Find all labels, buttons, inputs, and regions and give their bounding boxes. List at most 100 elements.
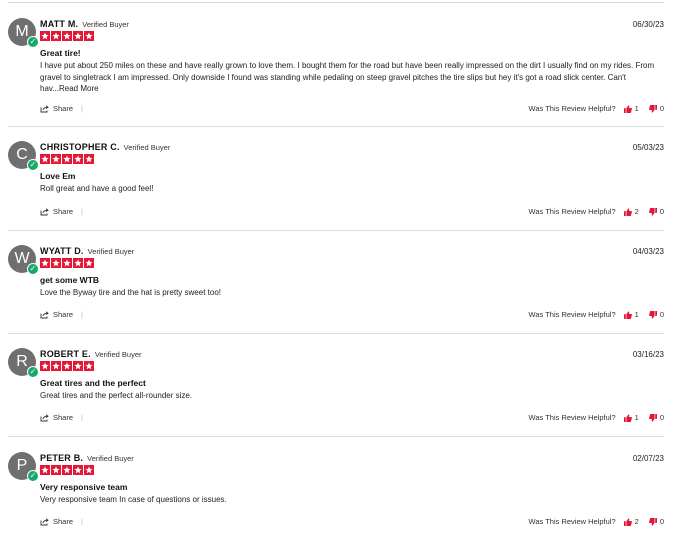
star-icon [62, 361, 72, 371]
star-icon [62, 31, 72, 41]
verified-buyer-badge: Verified Buyer [87, 247, 135, 256]
thumbs-up-button[interactable]: 1 [623, 104, 639, 113]
reviewer-name: WYATT D. Verified Buyer [40, 246, 134, 256]
thumbs-down-button[interactable]: 0 [648, 207, 664, 216]
helpful-label: Was This Review Helpful? [528, 207, 616, 216]
review-title: Great tire! [40, 48, 81, 58]
thumbs-down-count: 0 [659, 413, 664, 422]
review-divider [8, 436, 664, 437]
thumbs-down-button[interactable]: 0 [648, 310, 664, 319]
reviewer-name-text: PETER B. [40, 453, 84, 463]
reviewer-name-text: ROBERT E. [40, 349, 91, 359]
star-rating [40, 465, 94, 475]
share-label: Share [53, 207, 74, 216]
share-label: Share [53, 104, 74, 113]
star-icon [62, 154, 72, 164]
top-divider [8, 2, 664, 3]
review-body-text: Great tires and the perfect all-rounder … [40, 391, 193, 400]
share-label: Share [53, 517, 74, 526]
star-icon [73, 31, 83, 41]
star-icon [62, 258, 72, 268]
share-icon [40, 207, 49, 215]
star-rating [40, 361, 94, 371]
review-divider [8, 230, 664, 231]
thumbs-down-count: 0 [659, 207, 664, 216]
star-icon [40, 465, 50, 475]
star-icon [40, 258, 50, 268]
share-icon [40, 310, 49, 318]
review-item: R ✓ ROBERT E. Verified Buyer 03/16/23 Gre… [8, 348, 664, 437]
review-title: Great tires and the perfect [40, 378, 146, 388]
review-body-text: I have put about 250 miles on these and … [40, 61, 655, 93]
share-label: Share [53, 413, 74, 422]
star-icon [84, 361, 94, 371]
verified-check-icon: ✓ [27, 159, 39, 171]
review-divider [8, 126, 664, 127]
star-icon [51, 465, 61, 475]
helpful-label: Was This Review Helpful? [528, 413, 616, 422]
verified-check-icon: ✓ [27, 470, 39, 482]
helpful-vote: Was This Review Helpful? 1 0 [529, 413, 664, 422]
review-item: C ✓ CHRISTOPHER C. Verified Buyer 05/03/2… [8, 141, 664, 231]
review-title: Very responsive team [40, 482, 128, 492]
thumbs-up-button[interactable]: 2 [623, 207, 639, 216]
review-title: Love Em [40, 171, 76, 181]
star-icon [51, 154, 61, 164]
thumbs-down-button[interactable]: 0 [648, 413, 664, 422]
share-icon [40, 517, 49, 525]
helpful-label: Was This Review Helpful? [528, 104, 616, 113]
review-body-text: Very responsive team In case of question… [40, 495, 227, 504]
share-button[interactable]: Share | [40, 413, 83, 422]
helpful-vote: Was This Review Helpful? 1 0 [529, 310, 664, 319]
thumbs-up-count: 1 [634, 104, 639, 113]
review-body: Very responsive team In case of question… [40, 494, 660, 506]
thumbs-down-icon [648, 517, 657, 526]
avatar-initial: C [16, 146, 28, 163]
helpful-vote: Was This Review Helpful? 2 0 [529, 517, 664, 526]
star-icon [84, 465, 94, 475]
star-icon [51, 361, 61, 371]
reviewer-name-text: WYATT D. [40, 246, 84, 256]
thumbs-up-count: 1 [634, 413, 639, 422]
thumbs-up-button[interactable]: 1 [623, 413, 639, 422]
thumbs-down-button[interactable]: 0 [648, 104, 664, 113]
star-icon [84, 258, 94, 268]
avatar-initial: M [15, 23, 29, 40]
thumbs-down-icon [648, 207, 657, 216]
share-button[interactable]: Share | [40, 207, 83, 216]
review-item: P ✓ PETER B. Verified Buyer 02/07/23 Very… [8, 452, 664, 538]
review-body: Great tires and the perfect all-rounder … [40, 390, 660, 402]
review-date: 04/03/23 [632, 247, 664, 256]
star-icon [73, 258, 83, 268]
thumbs-up-count: 1 [634, 310, 639, 319]
reviewer-name: ROBERT E. Verified Buyer [40, 349, 142, 359]
verified-buyer-badge: Verified Buyer [82, 20, 129, 29]
reviewer-name: MATT M. Verified Buyer [40, 19, 129, 29]
avatar-initial: P [16, 457, 28, 474]
thumbs-up-icon [623, 517, 632, 526]
review-body: I have put about 250 miles on these and … [40, 60, 660, 95]
review-date: 06/30/23 [632, 20, 664, 29]
star-icon [51, 31, 61, 41]
thumbs-up-button[interactable]: 1 [623, 310, 639, 319]
share-button[interactable]: Share | [40, 517, 83, 526]
reviewer-name-text: CHRISTOPHER C. [40, 142, 120, 152]
avatar-initial: R [16, 353, 28, 370]
thumbs-down-count: 0 [659, 517, 664, 526]
star-rating [40, 154, 94, 164]
star-icon [84, 154, 94, 164]
thumbs-up-icon [623, 207, 632, 216]
helpful-label: Was This Review Helpful? [528, 310, 616, 319]
share-button[interactable]: Share | [40, 310, 83, 319]
read-more-link[interactable]: Read More [59, 84, 99, 93]
thumbs-down-icon [648, 104, 657, 113]
star-icon [40, 154, 50, 164]
share-button[interactable]: Share | [40, 104, 83, 113]
thumbs-down-count: 0 [659, 310, 664, 319]
thumbs-down-button[interactable]: 0 [648, 517, 664, 526]
star-icon [40, 361, 50, 371]
review-item: W ✓ WYATT D. Verified Buyer 04/03/23 get … [8, 245, 664, 334]
thumbs-up-button[interactable]: 2 [623, 517, 639, 526]
helpful-label: Was This Review Helpful? [528, 517, 616, 526]
thumbs-down-icon [648, 413, 657, 422]
